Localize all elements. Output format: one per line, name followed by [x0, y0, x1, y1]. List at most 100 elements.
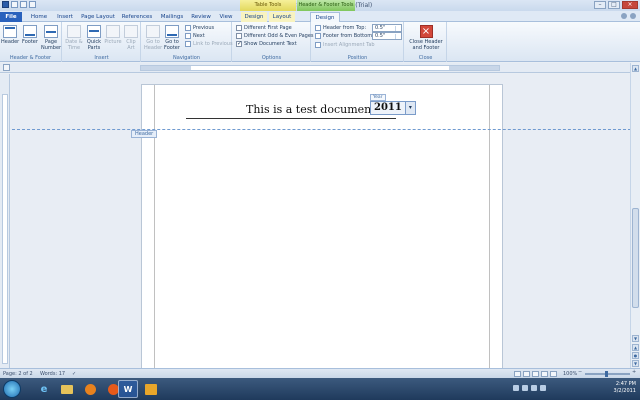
media-player-icon[interactable] — [80, 380, 100, 398]
clock[interactable]: 2:47 PM 3/2/2011 — [614, 381, 636, 395]
insert-alignment-tab-button[interactable]: Insert Alignment Tab — [315, 41, 375, 49]
tab-file[interactable]: File — [0, 12, 22, 22]
proofing-icon[interactable]: ✓ — [72, 371, 76, 377]
page-count[interactable]: Page: 2 of 2 — [3, 371, 33, 377]
header-from-top-label: Header from Top: — [315, 24, 366, 32]
word-taskbar-icon[interactable]: W — [118, 380, 138, 398]
system-tray — [513, 385, 546, 391]
group-label-navigation: Navigation — [173, 55, 200, 61]
checkbox-checked-icon — [236, 40, 242, 48]
header-from-top-input[interactable]: 0.5" — [372, 24, 402, 32]
vertical-ruler[interactable] — [0, 74, 10, 368]
header-button[interactable]: Header — [1, 25, 19, 45]
quick-parts-icon — [87, 25, 101, 38]
print-layout-icon[interactable] — [514, 371, 521, 377]
volume-icon[interactable] — [531, 385, 537, 391]
browse-object-icon[interactable]: ● — [632, 352, 639, 359]
header-underline — [186, 118, 396, 119]
tab-hf-design[interactable]: Design — [310, 12, 340, 22]
footer-button[interactable]: Footer — [21, 25, 39, 45]
tab-page-layout[interactable]: Page Layout — [80, 12, 116, 22]
footer-from-bottom-input[interactable]: 0.5" — [372, 32, 402, 40]
year-content-control-tag: Year — [370, 94, 386, 101]
zoom-level[interactable]: 100% — [563, 371, 577, 377]
tray-arrow-icon[interactable] — [513, 385, 519, 391]
zoom-in-icon[interactable]: + — [632, 369, 636, 375]
show-document-text-checkbox[interactable]: Show Document Text — [236, 40, 297, 48]
vertical-scrollbar[interactable]: ▲ ▼ ▲ ● ▼ — [630, 63, 640, 368]
flag-icon[interactable] — [540, 385, 546, 391]
group-label-insert: Insert — [94, 55, 109, 61]
zoom-slider-thumb[interactable] — [605, 371, 608, 377]
tab-references[interactable]: References — [119, 12, 155, 22]
prev-page-icon[interactable]: ▲ — [632, 344, 639, 351]
group-options: Different First Page Different Odd & Eve… — [233, 22, 314, 62]
picture-icon — [106, 25, 120, 38]
clock-date: 3/2/2011 — [613, 388, 636, 394]
zoom-out-icon[interactable]: − — [578, 369, 582, 375]
year-value[interactable]: 2011 — [370, 101, 406, 115]
go-to-header-icon — [146, 25, 160, 38]
minimize-ribbon-icon[interactable] — [621, 13, 627, 19]
date-time-button[interactable]: Date & Time — [65, 25, 83, 51]
page[interactable]: This is a test document Year 2011 ▾ Head… — [12, 84, 630, 368]
ribbon-tabs: File Home Insert Page Layout References … — [0, 11, 640, 22]
tab-home[interactable]: Home — [27, 12, 51, 22]
ruler-track[interactable] — [140, 65, 500, 71]
go-to-footer-button[interactable]: Go to Footer — [163, 25, 181, 51]
footer-from-bottom-label: Footer from Bottom: — [315, 32, 374, 40]
scroll-down-icon[interactable]: ▼ — [632, 335, 639, 342]
word-count[interactable]: Words: 17 — [40, 371, 65, 377]
header-text[interactable]: This is a test document — [246, 103, 376, 116]
taskbar: e W 2:47 PM 3/2/2011 — [0, 378, 640, 400]
tab-insert[interactable]: Insert — [53, 12, 77, 22]
tab-view[interactable]: View — [216, 12, 236, 22]
ruler-right-margin — [449, 66, 499, 70]
network-icon[interactable] — [522, 385, 528, 391]
quick-parts-button[interactable]: Quick Parts — [85, 25, 103, 51]
group-insert: Date & Time Quick Parts Picture Clip Art… — [63, 22, 141, 62]
clock-time: 2:47 PM — [615, 381, 636, 387]
next-page-icon[interactable]: ▼ — [632, 360, 639, 367]
help-icon[interactable] — [630, 13, 636, 19]
web-layout-icon[interactable] — [532, 371, 539, 377]
draft-icon[interactable] — [550, 371, 557, 377]
alignment-tab-icon — [315, 42, 321, 48]
close-icon[interactable]: × — [622, 1, 638, 9]
maximize-icon[interactable]: □ — [608, 1, 620, 9]
link-to-previous-button[interactable]: Link to Previous — [185, 40, 233, 48]
previous-icon — [185, 25, 191, 31]
start-button[interactable] — [3, 380, 21, 398]
minimize-icon[interactable]: – — [594, 1, 606, 9]
outline-icon[interactable] — [541, 371, 548, 377]
tab-table-design[interactable]: Design — [241, 12, 267, 22]
scroll-thumb[interactable] — [632, 208, 639, 308]
full-screen-icon[interactable] — [523, 371, 530, 377]
different-odd-even-checkbox[interactable]: Different Odd & Even Pages — [236, 32, 314, 40]
dropdown-arrow-icon[interactable]: ▾ — [405, 101, 416, 115]
page-number-button[interactable]: Page Number — [41, 25, 61, 51]
clip-art-icon — [124, 25, 138, 38]
group-label-position: Position — [347, 55, 368, 61]
scroll-up-icon[interactable]: ▲ — [632, 65, 639, 72]
picture-button[interactable]: Picture — [104, 25, 122, 45]
tab-review[interactable]: Review — [188, 12, 214, 22]
group-label-options: Options — [261, 55, 282, 61]
explorer-icon[interactable] — [57, 380, 77, 398]
horizontal-ruler[interactable] — [0, 63, 640, 73]
different-first-page-checkbox[interactable]: Different First Page — [236, 24, 292, 32]
go-to-header-button[interactable]: Go to Header — [144, 25, 162, 51]
ruler-toggle-icon[interactable] — [3, 64, 10, 71]
next-button[interactable]: Next — [185, 32, 205, 40]
year-date-picker[interactable]: 2011 ▾ — [370, 101, 416, 115]
tab-table-layout[interactable]: Layout — [269, 12, 295, 22]
footer-icon — [23, 25, 37, 38]
document-area[interactable]: This is a test document Year 2011 ▾ Head… — [11, 74, 630, 368]
close-header-footer-button[interactable]: × Close Header and Footer — [407, 25, 445, 51]
previous-button[interactable]: Previous — [185, 24, 214, 32]
ie-icon[interactable]: e — [34, 380, 54, 398]
outlook-icon[interactable] — [141, 380, 161, 398]
clip-art-button[interactable]: Clip Art — [122, 25, 140, 51]
tab-mailings[interactable]: Mailings — [158, 12, 186, 22]
group-close: × Close Header and Footer Close — [405, 22, 447, 62]
